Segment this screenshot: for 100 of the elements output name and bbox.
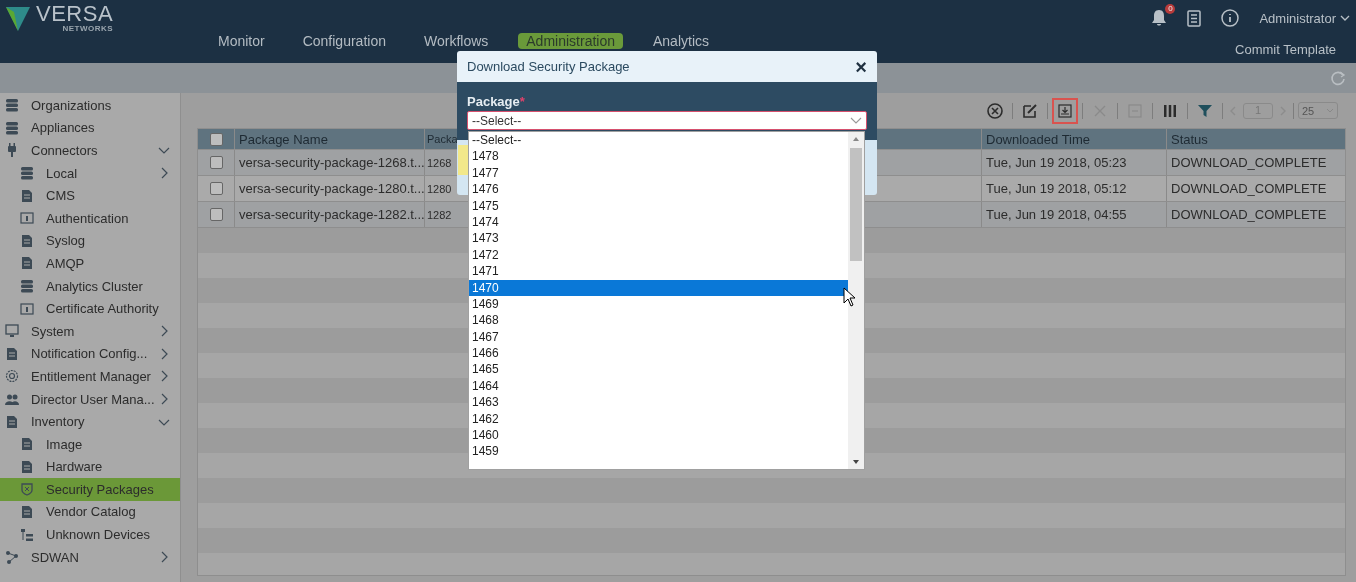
sidebar-item[interactable]: Connectors — [0, 139, 180, 162]
dropdown-option[interactable]: 1478 — [469, 148, 848, 165]
dropdown-option[interactable]: 1476 — [469, 181, 848, 198]
stack-icon — [5, 120, 19, 135]
table-cell: DOWNLOAD_COMPLETE — [1171, 207, 1327, 222]
clear-icon — [987, 102, 1003, 119]
sidebar-item[interactable]: Notification Config... — [0, 342, 180, 366]
dropdown-option[interactable]: 1463 — [469, 394, 848, 411]
table-cell: Tue, Jun 19 2018, 05:23 — [986, 155, 1127, 170]
chevron-down-icon — [850, 117, 862, 124]
close-button[interactable]: × — [855, 56, 867, 77]
table-cell: versa-security-package-1280.t... — [239, 181, 424, 196]
sidebar-item[interactable]: Vendor Catalog — [0, 500, 180, 524]
sidebar-item[interactable]: Inventory — [0, 410, 180, 433]
tree-icon — [20, 527, 34, 542]
sidebar-item[interactable]: Hardware — [0, 455, 180, 479]
sidebar-item[interactable]: AMQP — [0, 252, 180, 275]
sidebar-item[interactable]: Analytics Cluster — [0, 274, 180, 298]
nav-tab[interactable]: Analytics — [645, 33, 717, 49]
table-cell: Tue, Jun 19 2018, 05:12 — [986, 181, 1127, 196]
sidebar-item[interactable]: Certificate Authority — [0, 297, 180, 320]
users-icon — [5, 392, 19, 406]
dropdown-option[interactable]: 1466 — [469, 345, 848, 362]
document-icon — [20, 459, 34, 474]
dropdown-option[interactable]: 1462 — [469, 410, 848, 428]
card-icon — [20, 211, 34, 226]
dropdown-option[interactable]: 1470 — [469, 279, 848, 296]
sidebar-item[interactable]: Image — [0, 432, 180, 456]
table-cell: DOWNLOAD_COMPLETE — [1171, 181, 1327, 196]
sidebar-item[interactable]: Appliances — [0, 116, 180, 140]
sidebar-item[interactable]: CMS — [0, 184, 180, 207]
dropdown-option[interactable]: 1475 — [469, 197, 848, 214]
dropdown-option[interactable]: 1472 — [469, 246, 848, 264]
table-cell: Tue, Jun 19 2018, 04:55 — [986, 207, 1127, 222]
package-select[interactable]: --Select-- — [467, 111, 867, 130]
sidebar-item[interactable]: Organizations — [0, 94, 180, 117]
document-icon — [20, 505, 34, 519]
required-mark: * — [519, 94, 525, 109]
nav-tab[interactable]: Administration — [518, 33, 623, 49]
notification-badge: 0 — [1165, 4, 1176, 14]
dropdown-option[interactable]: 1460 — [469, 427, 848, 444]
scroll-up-icon[interactable] — [852, 136, 860, 142]
stack-icon — [20, 166, 34, 181]
info-icon[interactable] — [1221, 9, 1240, 27]
shield-icon — [20, 482, 34, 497]
scrollbar[interactable] — [848, 132, 864, 469]
logo-subtitle: NETWORKS — [62, 25, 114, 33]
dropdown-option[interactable]: 1465 — [469, 361, 848, 378]
document-icon — [20, 437, 34, 452]
dropdown-option[interactable]: 1467 — [469, 328, 848, 346]
sidebar-item[interactable]: Syslog — [0, 229, 180, 253]
sidebar-item[interactable]: System — [0, 319, 180, 343]
row-checkbox[interactable] — [209, 156, 223, 169]
edit-icon — [1022, 102, 1038, 119]
card-icon — [20, 301, 34, 316]
sidebar-item[interactable]: Security Packages — [0, 478, 180, 501]
dropdown-option[interactable]: 1473 — [469, 230, 848, 247]
table-cell: versa-security-package-1282.t... — [239, 207, 424, 222]
bell-icon[interactable] — [1151, 9, 1168, 27]
commit-template-link[interactable]: Commit Template — [1229, 36, 1356, 63]
chevron-down-icon — [1340, 15, 1350, 21]
user-menu[interactable]: Administrator — [1259, 10, 1336, 26]
dropdown-option[interactable]: 1468 — [469, 312, 848, 329]
row-checkbox[interactable] — [209, 182, 223, 195]
table-cell: 1282 — [427, 208, 452, 221]
document-icon — [5, 414, 19, 429]
table-cell: DOWNLOAD_COMPLETE — [1171, 155, 1327, 170]
refresh-icon[interactable] — [1330, 70, 1346, 86]
toolbar-button[interactable] — [1052, 97, 1078, 124]
field-label: Package — [467, 94, 520, 109]
logo-text: VERSA — [36, 3, 114, 25]
download-icon — [1057, 102, 1073, 119]
document-icon — [20, 188, 34, 203]
cursor-icon — [843, 287, 857, 307]
scroll-down-icon[interactable] — [852, 459, 860, 465]
nav-tab[interactable]: Monitor — [210, 33, 273, 49]
sidebar-item[interactable]: Authentication — [0, 206, 180, 230]
document-icon — [5, 346, 19, 361]
select-all-checkbox[interactable] — [209, 132, 223, 146]
dropdown-option[interactable]: --Select-- — [469, 132, 848, 149]
sidebar-item[interactable]: Unknown Devices — [0, 523, 180, 546]
sidebar-item[interactable]: SDWAN — [0, 545, 180, 569]
table-cell: 1268 — [427, 156, 452, 169]
dropdown-option[interactable]: 1474 — [469, 213, 848, 231]
sidebar-item[interactable]: Entitlement Manager — [0, 365, 180, 388]
sidebar-item[interactable]: Local — [0, 161, 180, 185]
monitor-icon — [5, 324, 19, 339]
nav-tab[interactable]: Configuration — [294, 33, 394, 49]
list-icon[interactable] — [1187, 9, 1202, 27]
dialog-title: Download Security Package — [467, 59, 630, 74]
row-checkbox[interactable] — [209, 208, 223, 221]
document-icon — [20, 233, 34, 248]
dropdown-option[interactable]: 1477 — [469, 164, 848, 182]
stack-icon — [5, 98, 19, 113]
dropdown-option[interactable]: 1459 — [469, 443, 848, 460]
sidebar-item[interactable]: Director User Mana... — [0, 387, 180, 411]
nav-tab[interactable]: Workflows — [415, 33, 497, 49]
filter-icon — [1197, 102, 1213, 119]
dropdown-option[interactable]: 1471 — [469, 263, 848, 280]
dropdown-option[interactable]: 1464 — [469, 377, 848, 395]
